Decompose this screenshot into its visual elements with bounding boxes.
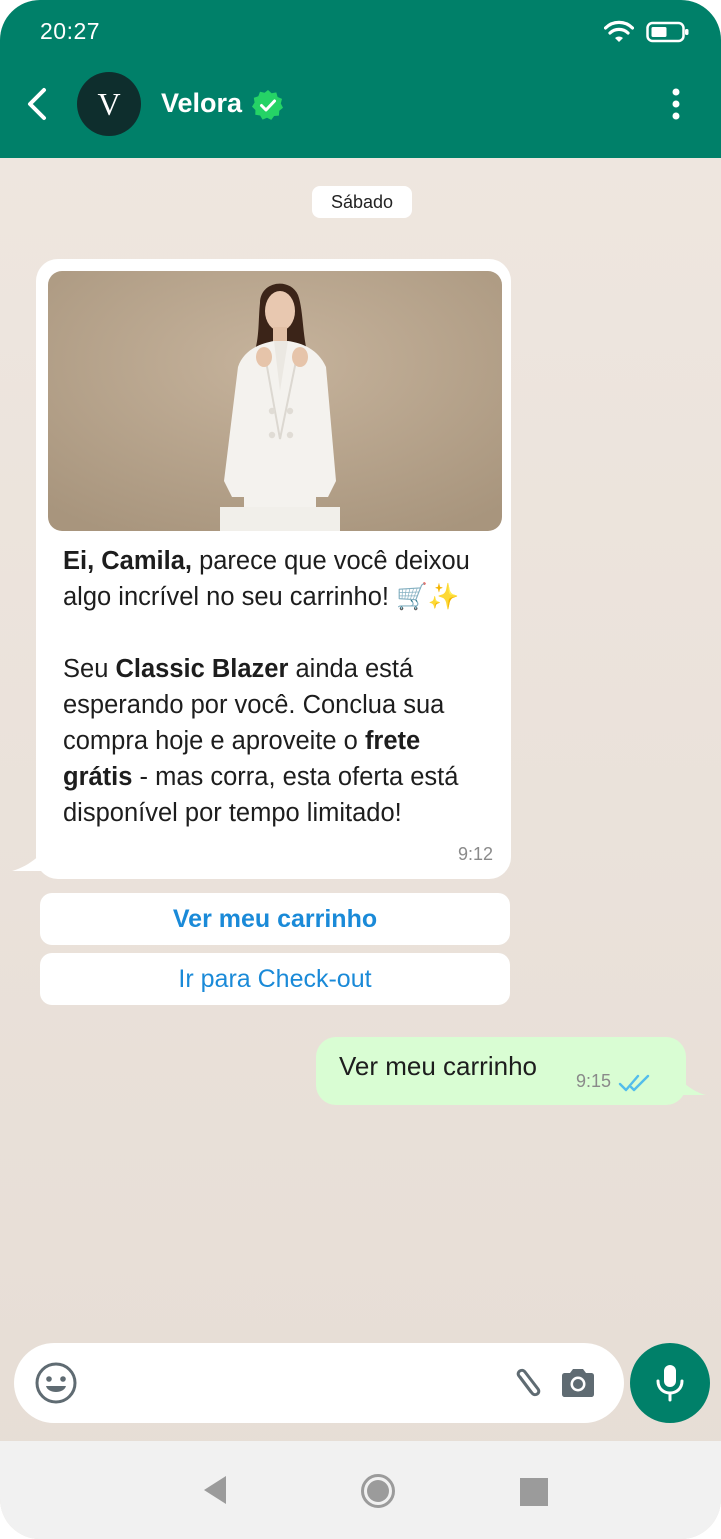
incoming-message: Ei, Camila, parece que você deixou algo … — [36, 259, 511, 879]
incoming-message-text: Ei, Camila, parece que você deixou algo … — [63, 543, 493, 831]
outgoing-timestamp: 9:15 — [576, 1071, 612, 1091]
status-time: 20:27 — [40, 18, 101, 44]
nav-recents-icon[interactable] — [520, 1478, 548, 1506]
read-receipt-icon — [618, 1074, 650, 1092]
view-cart-button[interactable]: Ver meu carrinho — [40, 893, 510, 945]
product-image[interactable] — [48, 271, 502, 531]
outgoing-message-text: Ver meu carrinho — [339, 1051, 537, 1081]
back-arrow-icon[interactable] — [22, 84, 52, 124]
contact-name[interactable]: Velora — [161, 88, 242, 119]
battery-icon — [646, 21, 689, 43]
nav-home-icon[interactable] — [360, 1473, 396, 1509]
greeting-bold: Ei, Camila, — [63, 547, 192, 575]
system-navigation-bar — [0, 1441, 721, 1539]
phone-screen: 20:27 V Velora Sábado Ei, Camila, parece… — [0, 0, 721, 1539]
product-photo-blazer — [48, 271, 502, 531]
wifi-icon — [604, 20, 634, 42]
avatar[interactable]: V — [77, 72, 141, 136]
mic-button[interactable] — [630, 1343, 710, 1423]
attachment-clip-icon[interactable] — [508, 1365, 544, 1401]
chat-header: 20:27 V Velora — [0, 0, 721, 158]
body-part-a: Seu — [63, 655, 116, 683]
checkout-button[interactable]: Ir para Check-out — [40, 953, 510, 1005]
verified-badge-icon — [252, 90, 283, 120]
date-separator: Sábado — [312, 186, 412, 218]
camera-icon[interactable] — [559, 1367, 597, 1399]
nav-back-icon[interactable] — [200, 1474, 230, 1506]
product-name-bold: Classic Blazer — [115, 655, 289, 683]
message-input[interactable] — [94, 1363, 494, 1403]
message-compose-bar — [14, 1343, 624, 1423]
emoji-icon[interactable] — [34, 1361, 78, 1405]
more-options-icon[interactable] — [664, 86, 688, 122]
outgoing-message: Ver meu carrinho 9:15 — [316, 1037, 686, 1105]
microphone-icon — [656, 1365, 684, 1402]
incoming-timestamp: 9:12 — [457, 844, 493, 864]
